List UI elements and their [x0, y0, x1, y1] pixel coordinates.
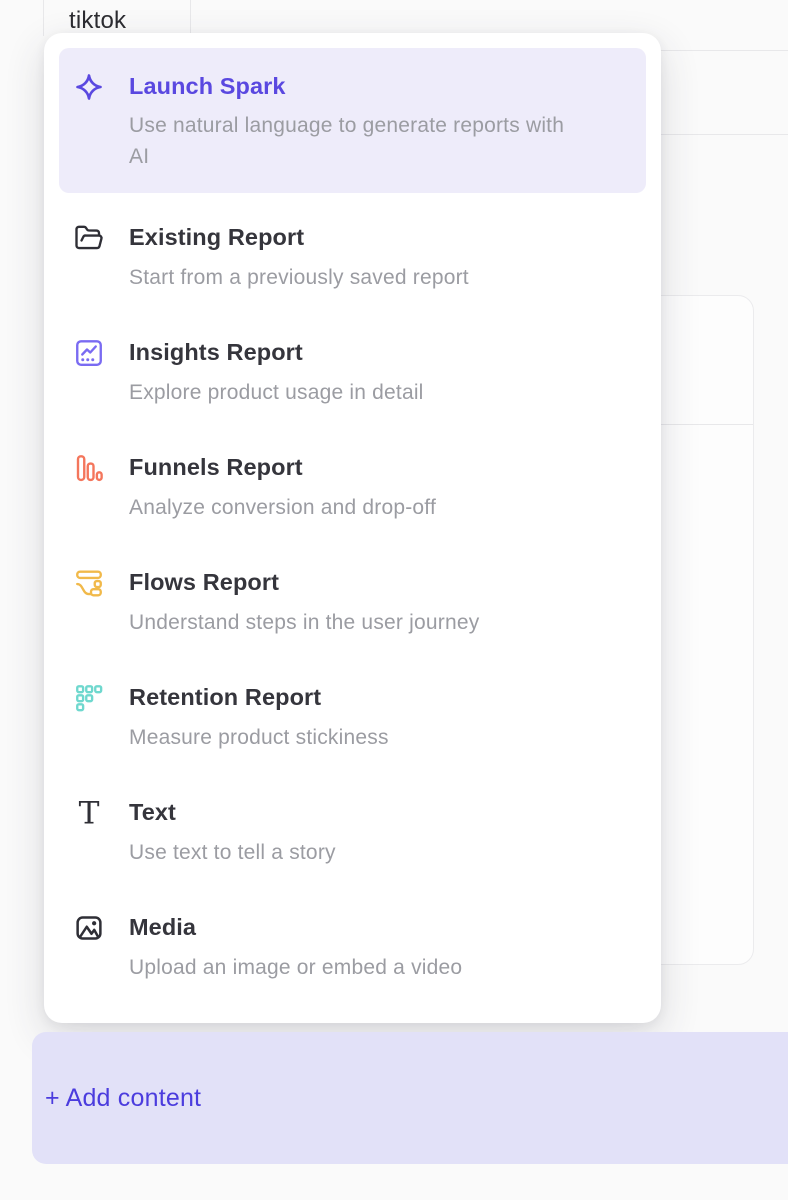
menu-item-retention-report[interactable]: Retention Report Measure product stickin…	[59, 660, 646, 775]
add-content-label: + Add content	[45, 1084, 201, 1113]
menu-item-title: Launch Spark	[129, 70, 564, 102]
menu-item-title: Funnels Report	[129, 451, 436, 483]
menu-item-flows-report[interactable]: Flows Report Understand steps in the use…	[59, 545, 646, 660]
menu-item-subtitle: Explore product usage in detail	[129, 377, 424, 408]
menu-item-media[interactable]: Media Upload an image or embed a video	[59, 890, 646, 1005]
menu-item-title: Insights Report	[129, 336, 424, 368]
spark-icon	[74, 72, 104, 102]
menu-item-existing-report[interactable]: Existing Report Start from a previously …	[59, 200, 646, 315]
menu-item-funnels-report[interactable]: Funnels Report Analyze conversion and dr…	[59, 430, 646, 545]
menu-item-subtitle-line2: AI	[129, 141, 564, 172]
menu-item-title: Media	[129, 911, 462, 943]
background-card-title: tiktok	[69, 7, 126, 35]
menu-item-subtitle: Use text to tell a story	[129, 837, 336, 868]
menu-item-insights-report[interactable]: Insights Report Explore product usage in…	[59, 315, 646, 430]
funnel-bars-icon	[74, 453, 104, 483]
menu-item-title: Retention Report	[129, 681, 389, 713]
menu-item-subtitle: Analyze conversion and drop-off	[129, 492, 436, 523]
insights-chart-icon	[74, 338, 104, 368]
menu-item-title: Existing Report	[129, 221, 469, 253]
add-content-menu: Launch Spark Use natural language to gen…	[44, 33, 661, 1023]
menu-item-subtitle: Start from a previously saved report	[129, 262, 469, 293]
retention-grid-icon	[74, 683, 104, 713]
menu-item-text[interactable]: T Text Use text to tell a story	[59, 775, 646, 890]
menu-item-subtitle: Measure product stickiness	[129, 722, 389, 753]
folder-open-icon	[74, 223, 104, 253]
menu-item-launch-spark[interactable]: Launch Spark Use natural language to gen…	[59, 48, 646, 193]
menu-item-subtitle: Use natural language to generate reports…	[129, 110, 564, 141]
background-column-divider	[190, 0, 191, 34]
menu-item-title: Flows Report	[129, 566, 479, 598]
menu-item-subtitle: Understand steps in the user journey	[129, 607, 479, 638]
menu-item-subtitle: Upload an image or embed a video	[129, 952, 462, 983]
media-icon	[74, 913, 104, 943]
menu-item-title: Text	[129, 796, 336, 828]
svg-text:T: T	[79, 798, 100, 828]
background-column-divider	[43, 0, 44, 36]
add-content-button[interactable]: + Add content	[32, 1032, 788, 1164]
text-icon: T	[74, 798, 104, 828]
flows-icon	[74, 568, 104, 598]
